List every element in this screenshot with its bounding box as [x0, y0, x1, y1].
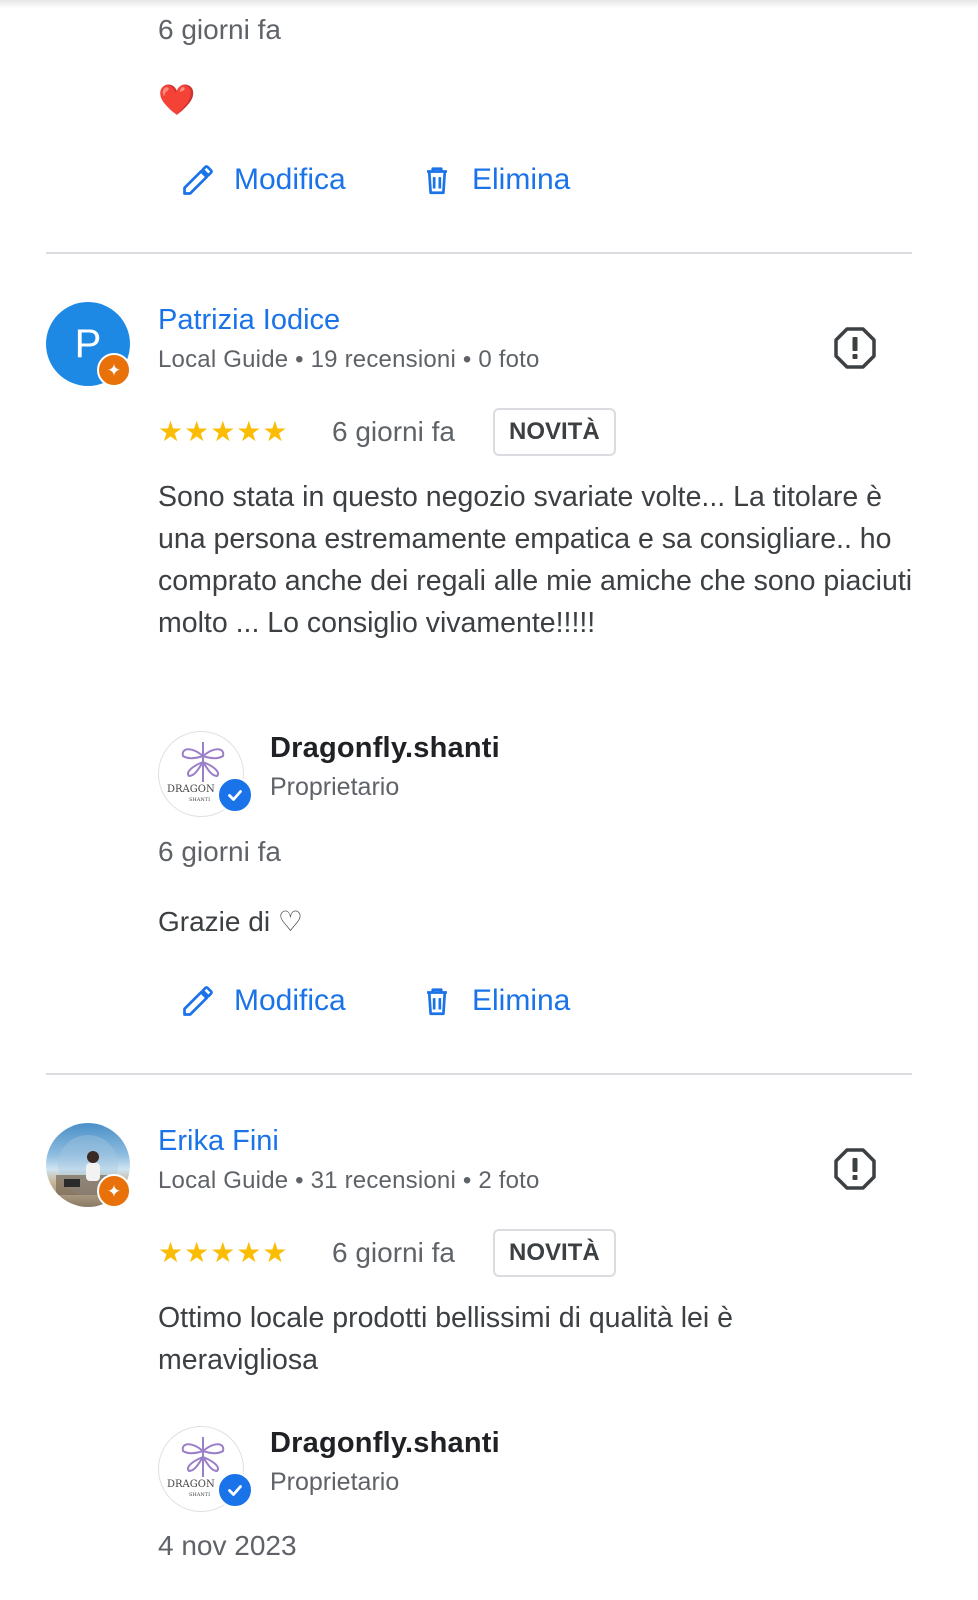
edit-reply-button[interactable]: Modifica	[180, 162, 346, 198]
svg-text:DRAGON: DRAGON	[167, 784, 215, 795]
review-date: 6 giorni fa	[332, 416, 455, 447]
local-guide-icon: ✦	[97, 353, 131, 387]
report-icon[interactable]	[834, 1148, 876, 1190]
top-shadow	[0, 0, 978, 8]
review-date: 6 giorni fa	[332, 1237, 455, 1268]
reply-text: ❤️	[158, 84, 196, 117]
new-badge: NOVITÀ	[493, 1229, 616, 1277]
owner-name: Dragonfly.shanti	[270, 1427, 500, 1459]
reply-date: 4 nov 2023	[158, 1530, 297, 1561]
new-badge: NOVITÀ	[493, 408, 616, 456]
delete-reply-button[interactable]: Elimina	[420, 162, 570, 198]
delete-reply-button[interactable]: Elimina	[420, 983, 570, 1019]
report-icon[interactable]	[834, 327, 876, 369]
star-rating: ★★★★★	[158, 1237, 289, 1268]
avatar-letter: P	[74, 321, 102, 366]
verified-icon	[217, 777, 253, 813]
delete-label: Elimina	[472, 984, 571, 1017]
svg-text:DRAGON: DRAGON	[167, 1479, 215, 1490]
trash-icon	[427, 167, 447, 195]
pencil-icon	[183, 986, 213, 1016]
svg-text:SHANTI: SHANTI	[189, 797, 210, 803]
owner-name: Dragonfly.shanti	[270, 732, 500, 764]
review-text: Ottimo locale prodotti bellissimi di qua…	[158, 1302, 734, 1376]
author-name[interactable]: Erika Fini	[158, 1125, 279, 1158]
owner-role: Proprietario	[270, 773, 400, 801]
author-meta: Local Guide • 19 recensioni • 0 foto	[158, 346, 540, 373]
review-text: Sono stata in questo negozio svariate vo…	[158, 481, 913, 639]
pencil-icon	[183, 165, 213, 195]
star-rating: ★★★★★	[158, 416, 289, 447]
divider	[46, 252, 912, 254]
owner-role: Proprietario	[270, 1468, 400, 1496]
edit-reply-button[interactable]: Modifica	[180, 983, 346, 1019]
edit-label: Modifica	[234, 984, 346, 1017]
edit-label: Modifica	[234, 163, 346, 196]
author-name[interactable]: Patrizia Iodice	[158, 304, 340, 337]
reply-text: Grazie di ♡	[158, 906, 303, 937]
reply-date: 6 giorni fa	[158, 836, 281, 867]
local-guide-icon: ✦	[97, 1174, 131, 1208]
svg-text:SHANTI: SHANTI	[189, 1492, 210, 1498]
author-meta: Local Guide • 31 recensioni • 2 foto	[158, 1167, 540, 1194]
reply-date: 6 giorni fa	[158, 14, 281, 45]
verified-icon	[217, 1472, 253, 1508]
trash-icon	[427, 988, 447, 1016]
divider	[46, 1073, 912, 1075]
delete-label: Elimina	[472, 163, 571, 196]
